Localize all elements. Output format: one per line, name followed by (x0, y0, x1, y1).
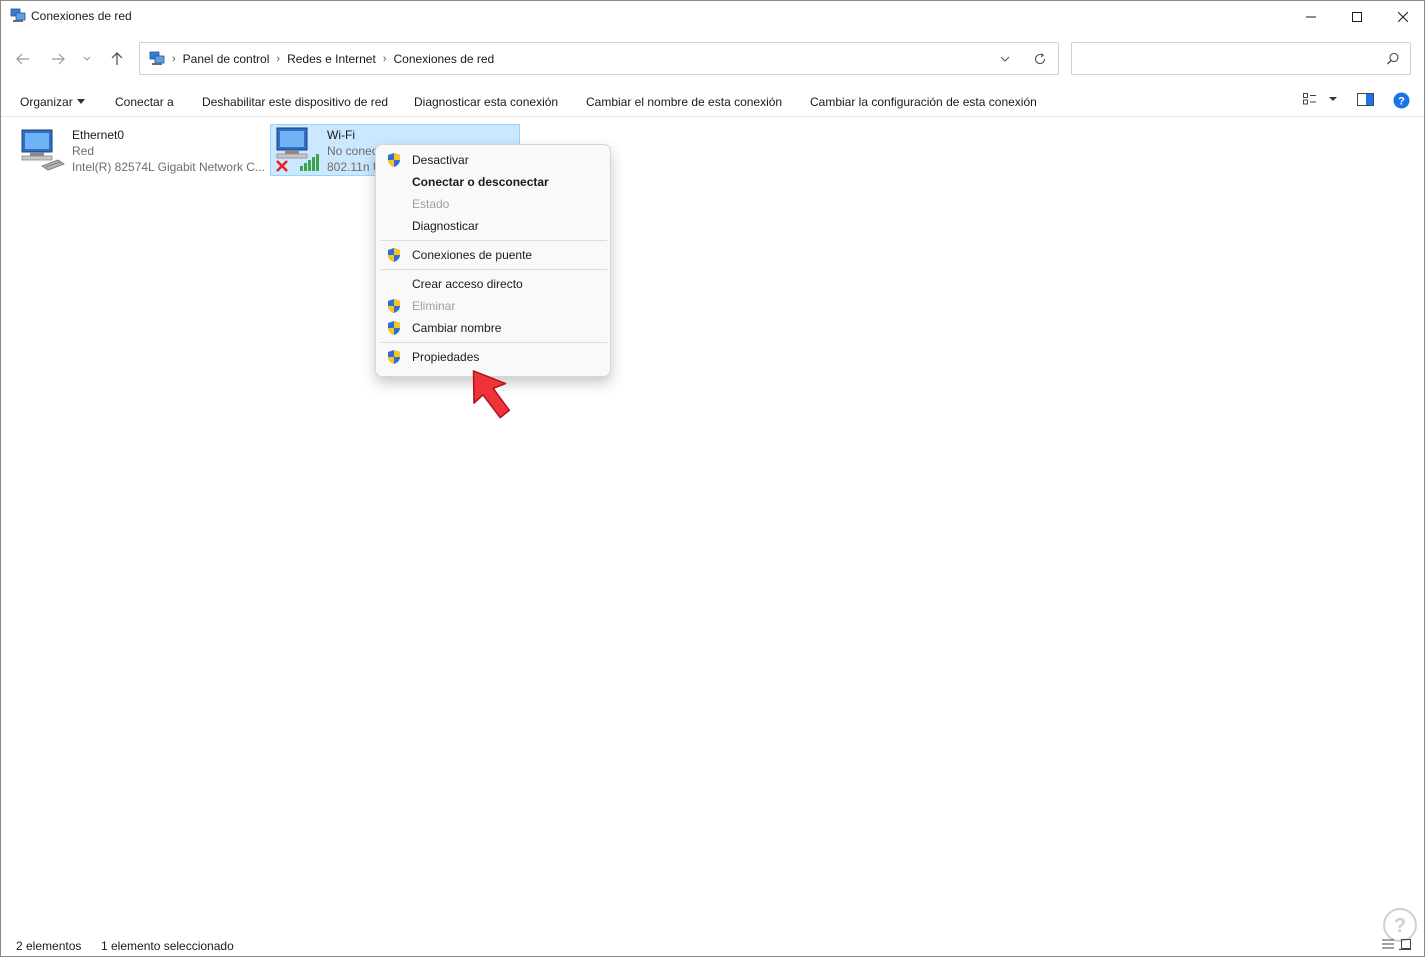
breadcrumb-control-panel[interactable]: Panel de control (183, 52, 270, 66)
recent-locations-button[interactable] (79, 48, 95, 70)
preview-pane-icon (1357, 93, 1374, 106)
uac-shield-icon (388, 321, 400, 335)
arrow-left-icon (16, 53, 29, 65)
minimize-icon (1306, 16, 1316, 17)
refresh-icon[interactable] (1032, 51, 1048, 67)
forward-button[interactable] (47, 48, 69, 70)
search-input[interactable] (1071, 42, 1411, 75)
breadcrumb-separator-icon: › (276, 53, 281, 65)
menu-item-label: Diagnosticar (412, 219, 479, 233)
menu-item-label: Cambiar nombre (412, 321, 502, 335)
details-view-icon[interactable] (1379, 937, 1413, 951)
breadcrumb-separator-icon: › (172, 53, 176, 65)
context-menu: Desactivar Conectar o desconectar Estado… (375, 144, 611, 377)
breadcrumb-network-internet[interactable]: Redes e Internet (287, 52, 376, 66)
arrow-right-icon (52, 53, 65, 65)
breadcrumb-separator-icon: › (382, 53, 387, 65)
menu-item-eliminar: Eliminar (376, 295, 610, 317)
menu-item-label: Conectar o desconectar (412, 175, 549, 189)
connection-device: 802.11n U (327, 160, 382, 174)
network-connections-app-icon (10, 8, 26, 22)
rename-connection-button[interactable]: Cambiar el nombre de esta conexión (586, 95, 782, 109)
menu-separator (381, 269, 607, 270)
svg-text:?: ? (1394, 915, 1406, 937)
menu-item-conexiones-puente[interactable]: Conexiones de puente (376, 244, 610, 266)
uac-shield-icon (388, 350, 400, 364)
menu-item-desactivar[interactable]: Desactivar (376, 149, 610, 171)
view-options-icon (1303, 93, 1316, 105)
menu-item-label: Estado (412, 197, 450, 211)
selection-count: 1 elemento seleccionado (101, 939, 234, 953)
organize-label: Organizar (20, 95, 73, 109)
preview-pane-button[interactable] (1357, 93, 1374, 106)
status-bar: 2 elementos 1 elemento seleccionado (1, 936, 1424, 956)
caret-down-icon (76, 99, 85, 104)
title-bar: Conexiones de red (1, 1, 1424, 32)
connection-ethernet[interactable]: Ethernet0 Red Intel(R) 82574L Gigabit Ne… (18, 124, 268, 176)
breadcrumb: › Panel de control › Redes e Internet › … (172, 52, 494, 66)
menu-item-label: Conexiones de puente (412, 248, 533, 262)
svg-text:?: ? (1398, 96, 1405, 108)
uac-shield-icon (388, 299, 400, 313)
address-bar[interactable]: › Panel de control › Redes e Internet › … (139, 42, 1059, 75)
connection-name: Ethernet0 (72, 128, 125, 142)
menu-item-conectar-desconectar[interactable]: Conectar o desconectar (376, 171, 610, 193)
chevron-down-icon (83, 56, 91, 61)
diagnose-connection-button[interactable]: Diagnosticar esta conexión (414, 95, 558, 109)
change-settings-button[interactable]: Cambiar la configuración de esta conexió… (810, 95, 1037, 109)
command-bar: Organizar Conectar a Deshabilitar este d… (1, 87, 1424, 117)
help-button[interactable]: ? (1393, 92, 1410, 109)
close-icon (1398, 11, 1408, 22)
menu-item-estado: Estado (376, 193, 610, 215)
minimize-button[interactable] (1288, 1, 1334, 32)
connection-status: Red (72, 144, 95, 158)
menu-item-diagnosticar[interactable]: Diagnosticar (376, 215, 610, 237)
uac-shield-icon (388, 248, 400, 262)
network-connections-icon (149, 51, 165, 65)
window-title: Conexiones de red (31, 9, 132, 23)
menu-item-crear-acceso-directo[interactable]: Crear acceso directo (376, 273, 610, 295)
menu-item-label: Crear acceso directo (412, 277, 523, 291)
menu-item-label: Propiedades (412, 350, 480, 364)
breadcrumb-network-connections[interactable]: Conexiones de red (393, 52, 494, 66)
menu-separator (381, 342, 607, 343)
arrow-up-icon (111, 52, 123, 65)
uac-shield-icon (388, 153, 400, 167)
connection-status: No conec (327, 144, 378, 158)
organize-menu-button[interactable]: Organizar (20, 95, 85, 109)
connection-name: Wi-Fi (327, 128, 355, 142)
menu-item-cambiar-nombre[interactable]: Cambiar nombre (376, 317, 610, 339)
menu-separator (381, 240, 607, 241)
ethernet-adapter-icon (21, 129, 65, 171)
back-button[interactable] (12, 48, 34, 70)
caret-down-icon (1329, 97, 1337, 101)
wifi-adapter-icon (276, 127, 319, 172)
menu-item-propiedades[interactable]: Propiedades (376, 346, 610, 368)
red-pointer-arrow-icon (472, 370, 511, 419)
maximize-button[interactable] (1334, 1, 1380, 32)
view-toggle-group (1379, 937, 1413, 954)
connection-device: Intel(R) 82574L Gigabit Network C... (72, 160, 265, 174)
address-dropdown-icon[interactable] (998, 52, 1012, 66)
up-button[interactable] (106, 48, 128, 70)
network-connections-window: Conexiones de red › Panel de control › R… (0, 0, 1425, 957)
disable-device-button[interactable]: Deshabilitar este dispositivo de red (202, 95, 388, 109)
search-icon (1387, 52, 1399, 65)
maximize-icon (1352, 11, 1362, 22)
help-icon: ? (1393, 92, 1410, 109)
item-count: 2 elementos (16, 939, 82, 953)
change-view-button[interactable] (1303, 93, 1338, 105)
connect-to-button[interactable]: Conectar a (115, 95, 174, 109)
close-button[interactable] (1380, 1, 1425, 32)
menu-item-label: Desactivar (412, 153, 469, 167)
menu-item-label: Eliminar (412, 299, 456, 313)
